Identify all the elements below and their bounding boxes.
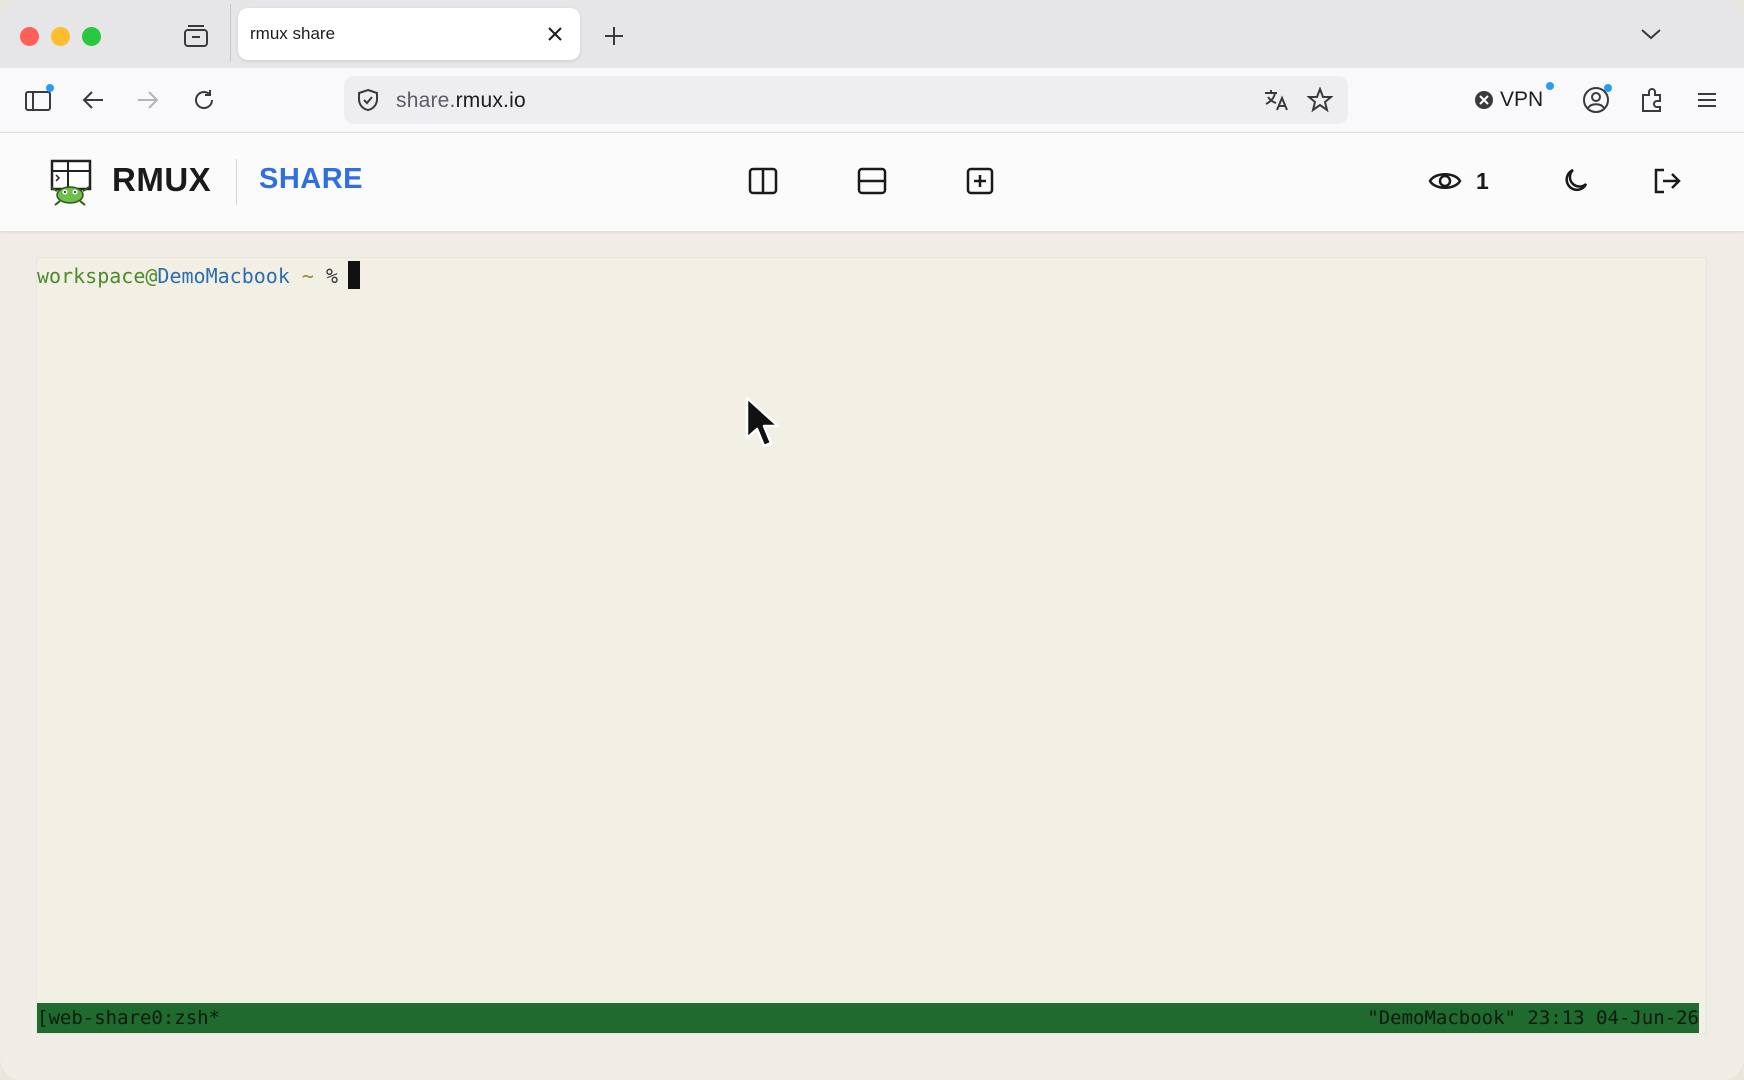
viewer-count: 1 — [1428, 163, 1489, 199]
menu-icon[interactable] — [1691, 84, 1723, 116]
vpn-label: VPN — [1500, 88, 1544, 111]
extensions-icon[interactable] — [1636, 84, 1668, 116]
logout-icon[interactable] — [1649, 163, 1685, 199]
brand-divider — [236, 159, 237, 205]
tab-rmux-share[interactable]: rmux share — [238, 8, 580, 60]
new-tab-icon[interactable] — [600, 22, 628, 50]
tab-strip: rmux share — [0, 0, 1744, 68]
chevron-down-icon[interactable] — [1637, 20, 1665, 48]
sidebar-icon[interactable] — [22, 84, 54, 116]
browser-window: rmux share share.rmux.io VPN RMUX SHARE … — [0, 0, 1744, 1080]
reload-icon[interactable] — [188, 84, 220, 116]
shield-icon[interactable] — [356, 88, 380, 112]
minimize-window-button[interactable] — [51, 27, 70, 46]
product-name: SHARE — [259, 163, 364, 195]
bookmark-star-icon[interactable] — [1306, 86, 1334, 114]
tab-title: rmux share — [250, 24, 336, 43]
split-horizontal-icon[interactable] — [854, 163, 890, 199]
vpn-button[interactable]: VPN — [1474, 82, 1554, 114]
mouse-pointer-icon — [745, 396, 780, 448]
status-window-list: [web-share0:zsh* — [37, 1007, 221, 1029]
vpn-off-icon — [1475, 91, 1493, 109]
tab-separator — [230, 4, 231, 62]
account-icon[interactable] — [1580, 84, 1612, 116]
url-text[interactable]: share.rmux.io — [396, 89, 526, 113]
tab-close-icon[interactable] — [544, 23, 566, 45]
fullscreen-window-button[interactable] — [82, 27, 101, 46]
brand-name: RMUX — [112, 161, 212, 198]
split-vertical-icon[interactable] — [745, 163, 781, 199]
forward-arrow-icon[interactable] — [132, 84, 164, 116]
translate-icon[interactable] — [1262, 86, 1290, 114]
back-arrow-icon[interactable] — [77, 84, 109, 116]
url-bar[interactable]: share.rmux.io — [344, 76, 1348, 124]
moon-icon[interactable] — [1557, 163, 1593, 199]
nav-toolbar: share.rmux.io VPN — [0, 68, 1744, 133]
terminal-pane[interactable]: workspace@DemoMacbook ~ % [web-share0:zs… — [37, 258, 1706, 1033]
new-pane-icon[interactable] — [962, 163, 998, 199]
terminal-cursor — [348, 261, 361, 289]
app-header: RMUX SHARE 1 — [0, 133, 1744, 232]
tmux-status-bar: [web-share0:zsh* "DemoMacbook" 23:13 04-… — [37, 1003, 1699, 1033]
rmux-logo-icon — [50, 159, 92, 206]
viewer-count-value: 1 — [1476, 167, 1489, 194]
eye-icon — [1428, 173, 1462, 189]
close-window-button[interactable] — [20, 27, 39, 46]
shell-prompt: workspace@DemoMacbook ~ % — [37, 261, 361, 289]
status-host-time: "DemoMacbook" 23:13 04-Jun-26 — [1367, 1007, 1699, 1029]
tab-overview-icon[interactable] — [181, 22, 211, 50]
